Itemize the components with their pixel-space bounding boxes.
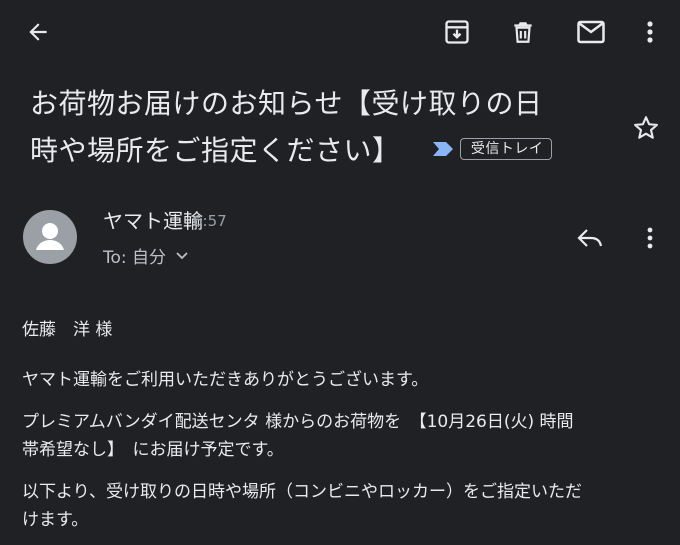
greeting: 佐藤 洋 様 <box>22 320 113 340</box>
archive-button[interactable] <box>437 12 477 52</box>
label-marker-icon <box>432 142 453 156</box>
delete-button[interactable] <box>503 12 543 52</box>
star-button[interactable] <box>628 110 664 146</box>
body-paragraph-1: ヤマト運輸をご利用いただきありがとうございます。 <box>22 370 429 390</box>
label-chip: 受信トレイ <box>459 138 553 160</box>
more-vert-icon <box>647 21 653 43</box>
mark-unread-button[interactable] <box>570 12 612 52</box>
inbox-label[interactable]: 受信トレイ <box>432 138 553 160</box>
body-paragraph-3-line-1: 以下より、受け取りの日時や場所（コンビニやロッカー）をご指定いただ <box>22 482 582 502</box>
body-paragraph-2-line-1: プレミアムバンダイ配送センタ 様からのお荷物を 【10月26日(火) 時間 <box>22 412 574 432</box>
body-paragraph-2-line-2: 帯希望なし】 にお届け予定です。 <box>22 440 284 460</box>
recipient-text: To: 自分 <box>103 248 167 268</box>
avatar[interactable] <box>23 210 77 264</box>
reply-button[interactable] <box>572 222 608 254</box>
email-subject: お荷物お届けのお知らせ【受け取りの日 時や場所をご指定ください】 受信トレイ <box>30 80 600 174</box>
back-button[interactable] <box>20 14 56 50</box>
trash-icon <box>514 22 532 43</box>
sender-name: ヤマト運輸 <box>103 209 203 233</box>
chevron-down-icon <box>176 251 188 259</box>
arrow-left-icon <box>29 23 47 41</box>
body-paragraph-3-line-2: けます。 <box>22 510 89 530</box>
reply-icon <box>577 229 603 247</box>
subject-line-2-text: 時や場所をご指定ください】 <box>30 134 401 167</box>
envelope-icon <box>577 20 605 44</box>
person-icon <box>36 223 64 250</box>
email-time: 6:57 <box>193 212 227 230</box>
archive-icon <box>445 20 469 44</box>
subject-line-2: 時や場所をご指定ください】 受信トレイ <box>30 127 600 174</box>
more-vert-icon <box>647 227 653 249</box>
star-outline-icon <box>634 116 658 139</box>
subject-line-1: お荷物お届けのお知らせ【受け取りの日 <box>30 87 543 120</box>
email-body: 佐藤 洋 様 ヤマト運輸をご利用いただきありがとうございます。 プレミアムバンダ… <box>22 316 662 534</box>
recipient-details-toggle[interactable]: To: 自分 <box>103 243 189 268</box>
message-more-button[interactable] <box>636 224 664 252</box>
more-options-button[interactable] <box>636 14 664 50</box>
